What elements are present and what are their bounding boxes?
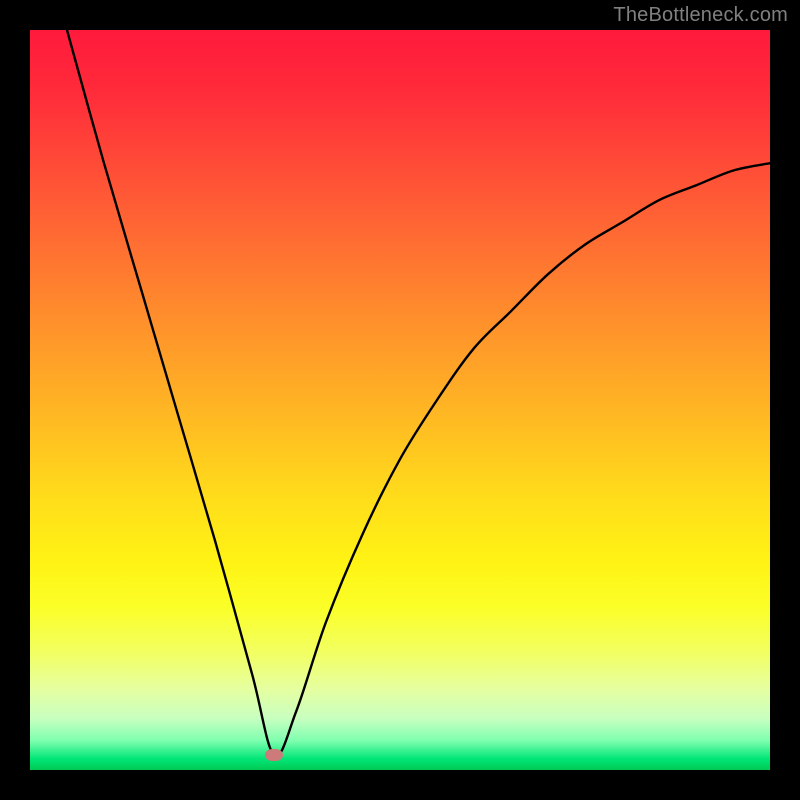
chart-frame: TheBottleneck.com <box>0 0 800 800</box>
bottleneck-curve <box>30 30 770 770</box>
optimal-point-marker <box>265 749 283 761</box>
watermark-text: TheBottleneck.com <box>613 4 788 27</box>
plot-area <box>30 30 770 770</box>
